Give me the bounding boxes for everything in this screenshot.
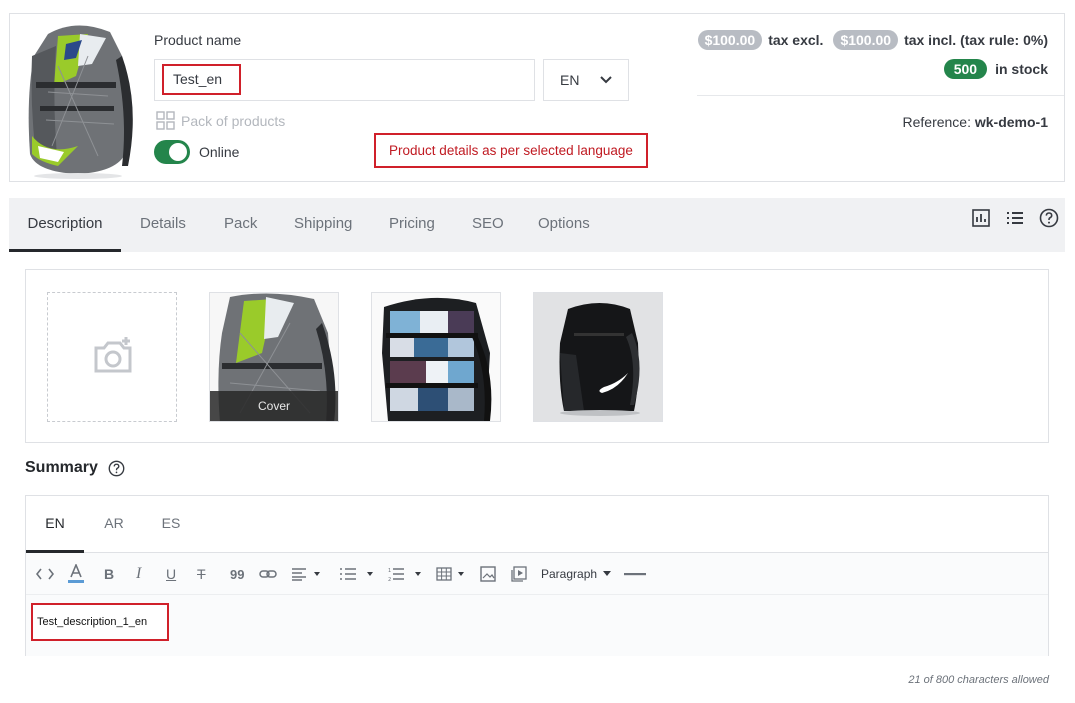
price-incl-badge: $100.00 — [833, 30, 899, 50]
product-main-image[interactable] — [18, 16, 136, 180]
blockquote-icon[interactable]: 99 — [230, 565, 244, 583]
horizontal-line-icon[interactable] — [624, 565, 646, 583]
product-name-label: Product name — [154, 32, 242, 48]
chevron-down-icon — [600, 76, 612, 84]
header-divider — [697, 95, 1064, 96]
help-icon[interactable] — [108, 460, 125, 477]
pack-of-products-label: Pack of products — [181, 112, 286, 129]
bullet-list-icon[interactable] — [340, 565, 376, 583]
product-image-2[interactable] — [371, 292, 501, 422]
summary-heading: Summary — [25, 459, 125, 477]
tab-shipping[interactable]: Shipping — [294, 198, 352, 252]
online-toggle[interactable] — [154, 140, 190, 164]
align-icon[interactable] — [292, 565, 320, 583]
tax-excl-label: tax excl. — [768, 32, 824, 48]
paragraph-label: Paragraph — [541, 567, 598, 581]
paragraph-dropdown[interactable]: Paragraph — [541, 565, 612, 583]
backpack-black-nike-image — [534, 293, 662, 421]
tab-pricing[interactable]: Pricing — [389, 198, 435, 252]
tab-options[interactable]: Options — [538, 198, 590, 252]
stock-badge: 500 — [943, 59, 988, 79]
summary-tab-ar[interactable]: AR — [96, 496, 132, 553]
svg-text:1: 1 — [388, 568, 391, 574]
bold-icon[interactable]: B — [104, 565, 114, 583]
online-toggle-row: Online — [154, 140, 239, 164]
list-icon[interactable] — [1005, 208, 1025, 228]
price-row: $100.00 tax excl. $100.00 tax incl. (tax… — [697, 30, 1048, 50]
editor-toolbar: B I U T 99 12 Paragraph — [26, 553, 1048, 595]
pack-of-products-option[interactable]: Pack of products — [156, 111, 285, 130]
summary-content-area[interactable]: Test_description_1_en — [26, 595, 1048, 656]
link-icon[interactable] — [259, 565, 277, 583]
images-card: Cover — [25, 269, 1049, 443]
add-image-dropzone[interactable] — [47, 292, 177, 422]
summary-tab-es[interactable]: ES — [154, 496, 188, 553]
media-icon[interactable] — [511, 565, 527, 583]
help-circle-icon[interactable] — [1039, 208, 1059, 228]
price-excl-badge: $100.00 — [697, 30, 763, 50]
italic-icon[interactable]: I — [136, 565, 141, 583]
add-image-icon — [94, 337, 132, 373]
reference-value: wk-demo-1 — [974, 114, 1048, 130]
summary-language-tabs: EN AR ES — [26, 496, 1048, 553]
cover-label: Cover — [210, 391, 338, 421]
underline-icon[interactable]: U — [166, 565, 176, 583]
svg-text:2: 2 — [388, 577, 391, 582]
table-icon[interactable] — [436, 565, 468, 583]
tab-details[interactable]: Details — [140, 198, 186, 252]
reference-label: Reference: — [902, 114, 971, 130]
product-header-card: Product name Test_en EN Pack of products… — [9, 13, 1065, 182]
numbered-list-icon[interactable]: 12 — [388, 565, 424, 583]
product-image-cover[interactable]: Cover — [209, 292, 339, 422]
caret-down-icon — [603, 571, 612, 576]
annotation-note: Product details as per selected language — [374, 133, 648, 168]
tab-pack[interactable]: Pack — [224, 198, 257, 252]
language-select[interactable]: EN — [543, 59, 629, 101]
tab-seo[interactable]: SEO — [472, 198, 504, 252]
grid-icon — [156, 111, 175, 130]
summary-editor: EN AR ES B I U T 99 12 Paragraph Test_de… — [25, 495, 1049, 656]
tax-incl-label: tax incl. (tax rule: 0%) — [904, 32, 1048, 48]
stock-label: in stock — [995, 61, 1048, 77]
bar-chart-icon[interactable] — [971, 208, 991, 228]
stock-row: 500 in stock — [943, 59, 1048, 79]
summary-content-text[interactable]: Test_description_1_en — [31, 603, 169, 641]
tab-description[interactable]: Description — [9, 198, 121, 252]
summary-tab-en[interactable]: EN — [26, 496, 84, 553]
character-counter: 21 of 800 characters allowed — [908, 674, 1049, 686]
product-name-value[interactable]: Test_en — [162, 64, 241, 95]
product-tabs: Description Details Pack Shipping Pricin… — [9, 198, 1065, 252]
strikethrough-icon[interactable]: T — [197, 565, 206, 583]
image-icon[interactable] — [480, 565, 496, 583]
backpack-patterned-image — [372, 293, 500, 421]
tab-icons — [971, 208, 1059, 228]
source-code-icon[interactable] — [36, 565, 54, 583]
text-color-icon[interactable] — [68, 564, 84, 583]
online-label: Online — [199, 144, 240, 160]
product-name-input[interactable]: Test_en — [154, 59, 535, 101]
reference-row: Reference: wk-demo-1 — [903, 114, 1049, 130]
language-select-value: EN — [560, 72, 580, 88]
summary-title: Summary — [25, 459, 98, 476]
product-image-3[interactable] — [533, 292, 663, 422]
